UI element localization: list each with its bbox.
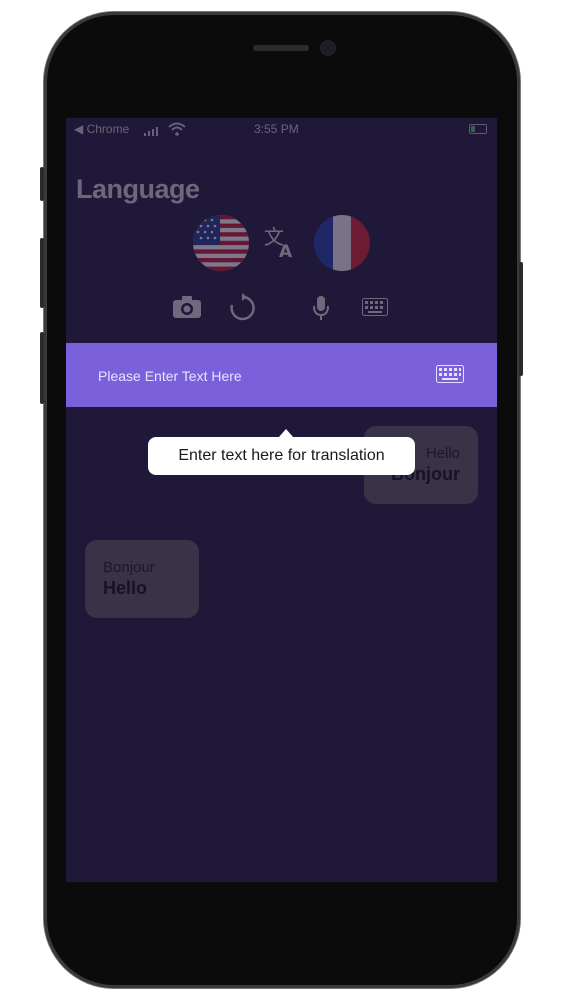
keyboard-icon[interactable] [436,365,464,383]
message-bubble-incoming: Bonjour Hello [85,540,199,618]
translate-icon[interactable]: 文 A [262,224,298,262]
text-input-bar [66,343,497,407]
volume-up-button [40,238,44,308]
status-carrier[interactable]: ◀ Chrome [74,122,129,136]
wifi-icon [168,122,186,139]
svg-text:A: A [279,242,293,260]
page-title: Language [76,174,200,204]
silent-switch [40,167,44,201]
message-source-text: Bonjour [103,559,155,576]
status-bar: ◀ Chrome 3:55 PM [66,118,497,142]
app-screen: ◀ Chrome 3:55 PM Language 文 A Hello Bonj… [66,118,497,882]
translation-text-input[interactable] [96,363,430,389]
camera-icon[interactable] [172,295,202,324]
volume-down-button [40,332,44,404]
message-source-text: Hello [425,445,460,462]
message-translation-text: Hello [103,578,148,598]
power-button [519,262,523,376]
coach-mark-tooltip[interactable]: Enter text here for translation [148,437,415,475]
us-flag-icon[interactable] [193,215,249,271]
status-time: 3:55 PM [254,122,299,136]
refresh-icon[interactable] [228,293,256,328]
signal-icon [144,125,158,139]
keyboard-icon[interactable] [362,298,388,321]
microphone-icon[interactable] [312,295,330,326]
front-camera [322,42,334,54]
battery-icon [469,124,487,134]
france-flag-icon[interactable] [314,215,370,271]
speaker-grille [253,45,309,51]
